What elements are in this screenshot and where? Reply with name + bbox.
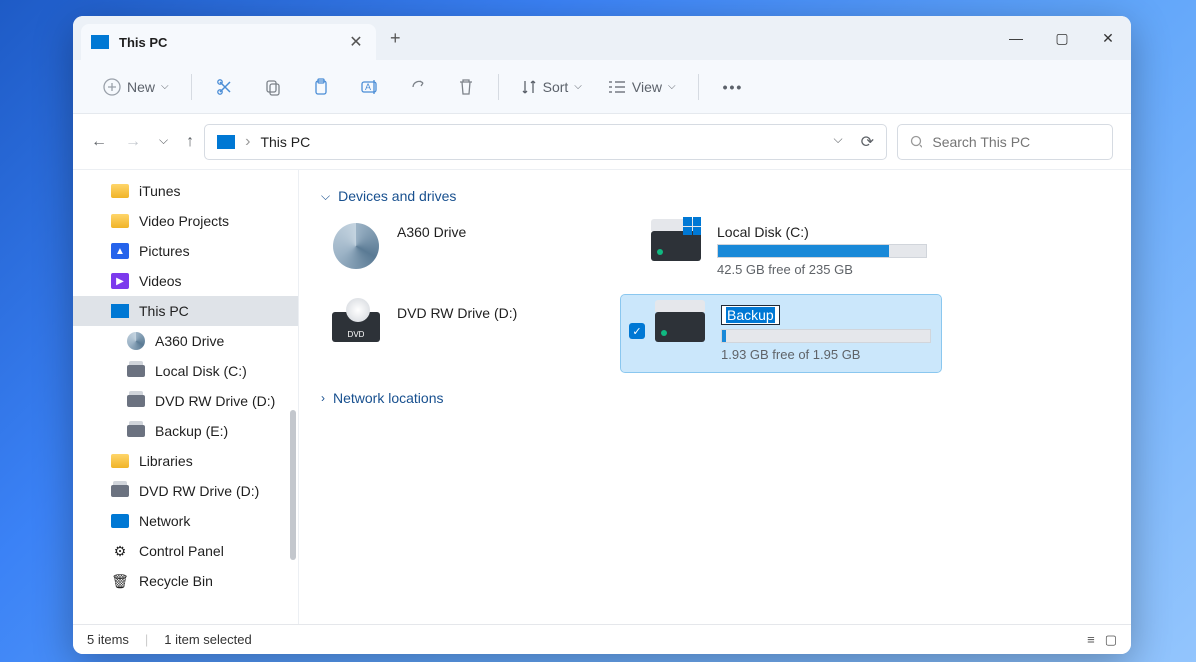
navbar: ← → ⌵ ↑ › This PC ⌵ ⟳: [73, 114, 1131, 170]
search-box[interactable]: [897, 124, 1113, 160]
share-button[interactable]: [398, 72, 440, 102]
plus-circle-icon: [103, 78, 121, 96]
sidebar-item-a360[interactable]: A360 Drive: [73, 326, 298, 356]
sidebar-item-this-pc[interactable]: This PC: [73, 296, 298, 326]
dvd-icon: [127, 395, 145, 407]
windows-logo-icon: [683, 217, 701, 235]
hdd-icon: [655, 312, 705, 342]
breadcrumb-location[interactable]: This PC: [260, 134, 310, 150]
sort-button[interactable]: Sort ⌵: [511, 73, 592, 101]
sidebar-item-pictures[interactable]: ▲Pictures: [73, 236, 298, 266]
paste-button[interactable]: [300, 72, 342, 102]
addr-dropdown-icon[interactable]: ⌵: [833, 132, 842, 152]
chevron-down-icon: ⌵: [321, 189, 330, 204]
disk-icon: [127, 425, 145, 437]
scissors-icon: [216, 78, 234, 96]
a360-icon: [333, 223, 379, 269]
videos-icon: ▶: [111, 273, 129, 289]
tab-title: This PC: [119, 35, 336, 50]
a360-icon: [127, 332, 145, 350]
svg-text:A: A: [365, 82, 371, 92]
close-window-button[interactable]: ✕: [1085, 16, 1131, 60]
chevron-down-icon: ⌵: [161, 81, 169, 92]
sidebar-item-network[interactable]: Network: [73, 506, 298, 536]
up-button[interactable]: ↑: [186, 133, 194, 151]
file-explorer-window: This PC ✕ + — ▢ ✕ New ⌵ A Sort ⌵ Vi: [73, 16, 1131, 654]
view-button[interactable]: View ⌵: [598, 73, 686, 101]
disk-icon: [127, 365, 145, 377]
minimize-button[interactable]: —: [993, 16, 1039, 60]
chevron-down-icon: ⌵: [574, 81, 582, 92]
drive-backup[interactable]: ✓ Backup 1.93 GB free of 1.95 GB: [621, 295, 941, 372]
cut-button[interactable]: [204, 72, 246, 102]
sidebar-item-itunes[interactable]: iTunes: [73, 176, 298, 206]
sidebar-item-videos[interactable]: ▶Videos: [73, 266, 298, 296]
sidebar-item-local-disk[interactable]: Local Disk (C:): [73, 356, 298, 386]
more-button[interactable]: •••: [711, 73, 756, 101]
drive-dvd[interactable]: DVD DVD RW Drive (D:): [321, 295, 621, 372]
sidebar: iTunes Video Projects ▲Pictures ▶Videos …: [73, 170, 299, 624]
copy-button[interactable]: [252, 72, 294, 102]
sidebar-item-backup[interactable]: Backup (E:): [73, 416, 298, 446]
content-pane: ⌵ Devices and drives A360 Drive Local Di…: [299, 170, 1131, 624]
details-view-button[interactable]: ≡: [1087, 632, 1095, 648]
maximize-button[interactable]: ▢: [1039, 16, 1085, 60]
refresh-button[interactable]: ⟳: [861, 132, 874, 152]
storage-bar: [721, 329, 931, 343]
copy-icon: [264, 78, 282, 96]
sidebar-item-libraries[interactable]: Libraries: [73, 446, 298, 476]
group-network-locations[interactable]: › Network locations: [321, 390, 1109, 406]
chevron-down-icon: ⌵: [668, 81, 676, 92]
share-icon: [410, 78, 428, 96]
address-bar[interactable]: › This PC ⌵ ⟳: [204, 124, 887, 160]
rename-button[interactable]: A: [348, 72, 392, 102]
group-devices-drives[interactable]: ⌵ Devices and drives: [321, 188, 1109, 204]
drive-a360[interactable]: A360 Drive: [321, 214, 621, 287]
delete-button[interactable]: [446, 72, 486, 102]
new-button[interactable]: New ⌵: [93, 72, 179, 102]
back-button[interactable]: ←: [91, 133, 107, 151]
view-icon: [608, 79, 626, 95]
titlebar: This PC ✕ + — ▢ ✕: [73, 16, 1131, 60]
breadcrumb-separator: ›: [245, 133, 250, 151]
search-input[interactable]: [932, 134, 1100, 150]
toolbar: New ⌵ A Sort ⌵ View ⌵ •••: [73, 60, 1131, 114]
sort-icon: [521, 79, 537, 95]
dvd-icon: [111, 485, 129, 497]
close-tab-icon[interactable]: ✕: [346, 32, 366, 52]
sidebar-item-recycle-bin[interactable]: 🗑Recycle Bin: [73, 566, 298, 596]
dvd-drive-icon: DVD: [332, 312, 380, 342]
clipboard-icon: [312, 78, 330, 96]
tiles-view-button[interactable]: ▢: [1105, 632, 1117, 648]
sidebar-item-video-projects[interactable]: Video Projects: [73, 206, 298, 236]
forward-button[interactable]: →: [125, 133, 141, 151]
checkbox-checked[interactable]: ✓: [629, 323, 645, 339]
drive-local-disk[interactable]: Local Disk (C:) 42.5 GB free of 235 GB: [641, 214, 941, 287]
scrollbar-thumb[interactable]: [290, 410, 296, 560]
status-bar: 5 items | 1 item selected ≡ ▢: [73, 624, 1131, 654]
pc-icon: [111, 304, 129, 318]
pc-icon: [217, 135, 235, 149]
hdd-icon: [651, 231, 701, 261]
recent-dropdown[interactable]: ⌵: [159, 133, 168, 151]
new-tab-button[interactable]: +: [390, 28, 401, 49]
status-item-count: 5 items: [87, 632, 129, 647]
sidebar-item-dvd-2[interactable]: DVD RW Drive (D:): [73, 476, 298, 506]
tab-this-pc[interactable]: This PC ✕: [81, 24, 376, 60]
trash-icon: [458, 78, 474, 96]
sidebar-item-dvd-drive[interactable]: DVD RW Drive (D:): [73, 386, 298, 416]
rename-input[interactable]: Backup: [721, 305, 780, 325]
control-panel-icon: ⚙: [111, 543, 129, 559]
search-icon: [910, 135, 922, 149]
recycle-bin-icon: 🗑: [111, 573, 129, 589]
chevron-right-icon: ›: [321, 391, 325, 405]
sidebar-item-control-panel[interactable]: ⚙Control Panel: [73, 536, 298, 566]
status-selected-count: 1 item selected: [164, 632, 251, 647]
pc-icon: [91, 35, 109, 49]
storage-bar: [717, 244, 927, 258]
pictures-icon: ▲: [111, 243, 129, 259]
network-icon: [111, 514, 129, 528]
rename-icon: A: [360, 78, 380, 96]
